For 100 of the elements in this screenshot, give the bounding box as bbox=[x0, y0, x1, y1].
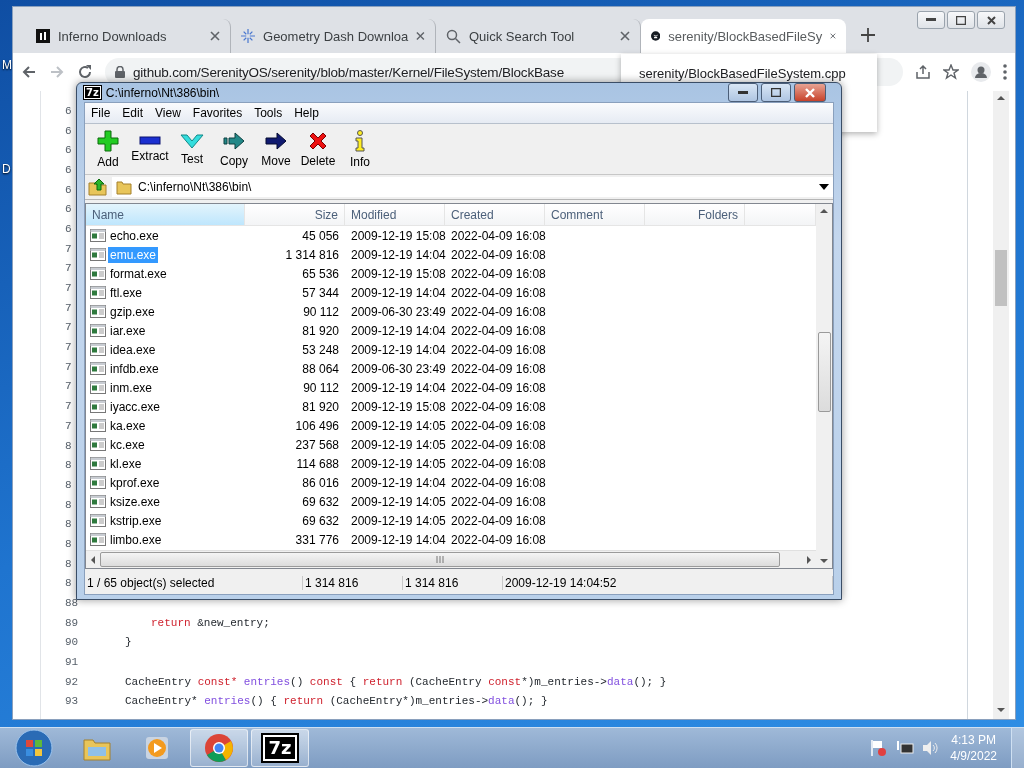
file-name[interactable]: infdb.exe bbox=[108, 360, 161, 377]
table-cell-text: 65 536 bbox=[301, 266, 340, 281]
file-name[interactable]: limbo.exe bbox=[108, 531, 164, 548]
line-number: 6 bbox=[65, 203, 72, 216]
line-number: 7 bbox=[65, 301, 72, 314]
line-number: 7 bbox=[65, 282, 72, 295]
code-line: } bbox=[125, 636, 132, 649]
table-cell-text: 2009-12-19 14:04 bbox=[350, 380, 445, 395]
toolbar-button[interactable]: Add bbox=[87, 124, 129, 174]
table-cell-text: 2022-04-09 16:08 bbox=[450, 418, 545, 433]
tab-title: Geometry Dash Downloa bbox=[263, 28, 409, 44]
table-cell-text: 88 064 bbox=[301, 361, 340, 376]
toolbar-button[interactable]: Copy bbox=[213, 124, 255, 174]
table-cell-text: 2009-06-30 23:49 bbox=[350, 304, 445, 319]
line-number: 7 bbox=[65, 380, 72, 393]
line-number: 6 bbox=[65, 183, 72, 196]
menu-item[interactable]: Favorites bbox=[186, 106, 249, 120]
table-cell-text: 237 568 bbox=[294, 437, 340, 452]
column-header[interactable]: Size bbox=[245, 204, 345, 225]
table-cell-text: 81 920 bbox=[301, 323, 340, 338]
table-cell-text: 2009-12-19 14:04 bbox=[350, 323, 445, 338]
table-cell-text: 2022-04-09 16:08 bbox=[450, 380, 545, 395]
table-cell-text: 2022-04-09 16:08 bbox=[450, 513, 545, 528]
line-number: 8 bbox=[65, 537, 72, 550]
line-number: 6 bbox=[65, 124, 72, 137]
line-number: 90 bbox=[65, 636, 79, 649]
tab-title: Quick Search Tool bbox=[469, 28, 576, 44]
table-cell-text: 114 688 bbox=[295, 456, 340, 471]
table-cell-text: 2009-06-30 23:49 bbox=[350, 361, 445, 376]
file-name[interactable]: kstrip.exe bbox=[108, 512, 164, 529]
browser-tab[interactable]: serenity/BlockBasedFileSy bbox=[641, 19, 846, 53]
tab-title: serenity/BlockBasedFileSy bbox=[668, 28, 823, 44]
file-name[interactable]: iar.exe bbox=[108, 322, 148, 339]
file-name[interactable]: iyacc.exe bbox=[108, 398, 163, 415]
toolbar-button[interactable]: Test bbox=[171, 124, 213, 174]
table-cell-text: 2009-12-19 14:05 bbox=[350, 437, 445, 452]
file-name[interactable]: format.exe bbox=[108, 265, 169, 282]
column-header[interactable]: Modified bbox=[345, 204, 445, 225]
file-name[interactable]: gzip.exe bbox=[108, 303, 157, 320]
line-number: 7 bbox=[65, 242, 72, 255]
line-number: 8 bbox=[65, 577, 72, 590]
file-name[interactable]: inm.exe bbox=[108, 379, 155, 396]
file-name[interactable]: ftl.exe bbox=[108, 284, 144, 301]
code-line: return &new_entry; bbox=[151, 616, 270, 629]
table-cell-text: 2022-04-09 16:08 bbox=[450, 304, 545, 319]
line-number: 8 bbox=[65, 557, 72, 570]
line-number: 8 bbox=[65, 439, 72, 452]
column-header[interactable]: Name bbox=[86, 204, 245, 225]
table-cell-text: 2022-04-09 16:08 bbox=[450, 247, 545, 262]
file-name[interactable]: kl.exe bbox=[108, 455, 144, 472]
table-cell-text: 2009-12-19 14:04 bbox=[350, 532, 445, 547]
menu-item[interactable]: View bbox=[149, 106, 187, 120]
line-number: 92 bbox=[65, 675, 79, 688]
column-header[interactable]: Folders bbox=[645, 204, 745, 225]
toolbar-button[interactable]: Extract bbox=[129, 124, 171, 174]
line-number: 7 bbox=[65, 321, 72, 334]
desktop-icon-label[interactable]: M bbox=[2, 58, 12, 72]
desktop-icon-label[interactable]: D bbox=[2, 162, 11, 176]
table-cell-text: 2022-04-09 16:08 bbox=[450, 323, 545, 338]
table-cell-text: 90 112 bbox=[302, 304, 340, 319]
path-field[interactable]: C:\inferno\Nt\386\bin\ bbox=[112, 177, 833, 197]
column-header[interactable]: Created bbox=[445, 204, 545, 225]
line-number: 8 bbox=[65, 459, 72, 472]
menu-item[interactable]: Tools bbox=[248, 106, 289, 120]
table-cell-text: 69 632 bbox=[301, 513, 340, 528]
table-cell-text: 2022-04-09 16:08 bbox=[450, 342, 545, 357]
table-cell-text: 2022-04-09 16:08 bbox=[450, 494, 545, 509]
file-name[interactable]: ksize.exe bbox=[108, 493, 163, 510]
line-number: 6 bbox=[65, 163, 72, 176]
status-text: 1 314 816 bbox=[303, 576, 403, 590]
table-cell-text: 331 776 bbox=[294, 532, 340, 547]
file-name[interactable]: kprof.exe bbox=[108, 474, 162, 491]
table-cell-text: 53 248 bbox=[301, 342, 340, 357]
file-name[interactable]: ka.exe bbox=[108, 417, 148, 434]
table-cell-text: 2022-04-09 16:08 bbox=[450, 266, 545, 281]
file-name[interactable]: kc.exe bbox=[108, 436, 147, 453]
table-cell-text: 2009-12-19 14:04 bbox=[350, 247, 445, 262]
tab-title: Inferno Downloads bbox=[58, 28, 168, 44]
taskbar-button[interactable]: 7z bbox=[251, 729, 309, 767]
line-number: 93 bbox=[65, 695, 79, 708]
table-cell-text: 81 920 bbox=[301, 399, 340, 414]
file-name[interactable]: idea.exe bbox=[108, 341, 158, 358]
table-cell-text: 2009-12-19 14:05 bbox=[350, 456, 445, 471]
table-cell-text: 57 344 bbox=[301, 285, 340, 300]
toolbar-button[interactable]: Move bbox=[255, 124, 297, 174]
archiver-logo[interactable]: 7z bbox=[263, 735, 297, 761]
menu-item[interactable]: Edit bbox=[116, 106, 150, 120]
app-logo: 7z bbox=[84, 86, 101, 99]
line-number: 6 bbox=[65, 222, 72, 235]
line-number: 88 bbox=[65, 597, 79, 610]
menu-item[interactable]: File bbox=[85, 106, 117, 120]
toolbar-button[interactable]: Delete bbox=[297, 124, 339, 174]
column-header[interactable]: Comment bbox=[545, 204, 645, 225]
table-cell-text: 69 632 bbox=[301, 494, 340, 509]
table-cell-text: 2009-12-19 15:08 bbox=[350, 399, 445, 414]
window-title: C:\inferno\Nt\386\bin\ bbox=[105, 85, 221, 100]
menu-item[interactable]: Help bbox=[288, 106, 325, 120]
table-cell-text: 2022-04-09 16:08 bbox=[450, 456, 545, 471]
file-name[interactable]: echo.exe bbox=[108, 227, 161, 244]
toolbar-button[interactable]: Info bbox=[339, 124, 381, 174]
